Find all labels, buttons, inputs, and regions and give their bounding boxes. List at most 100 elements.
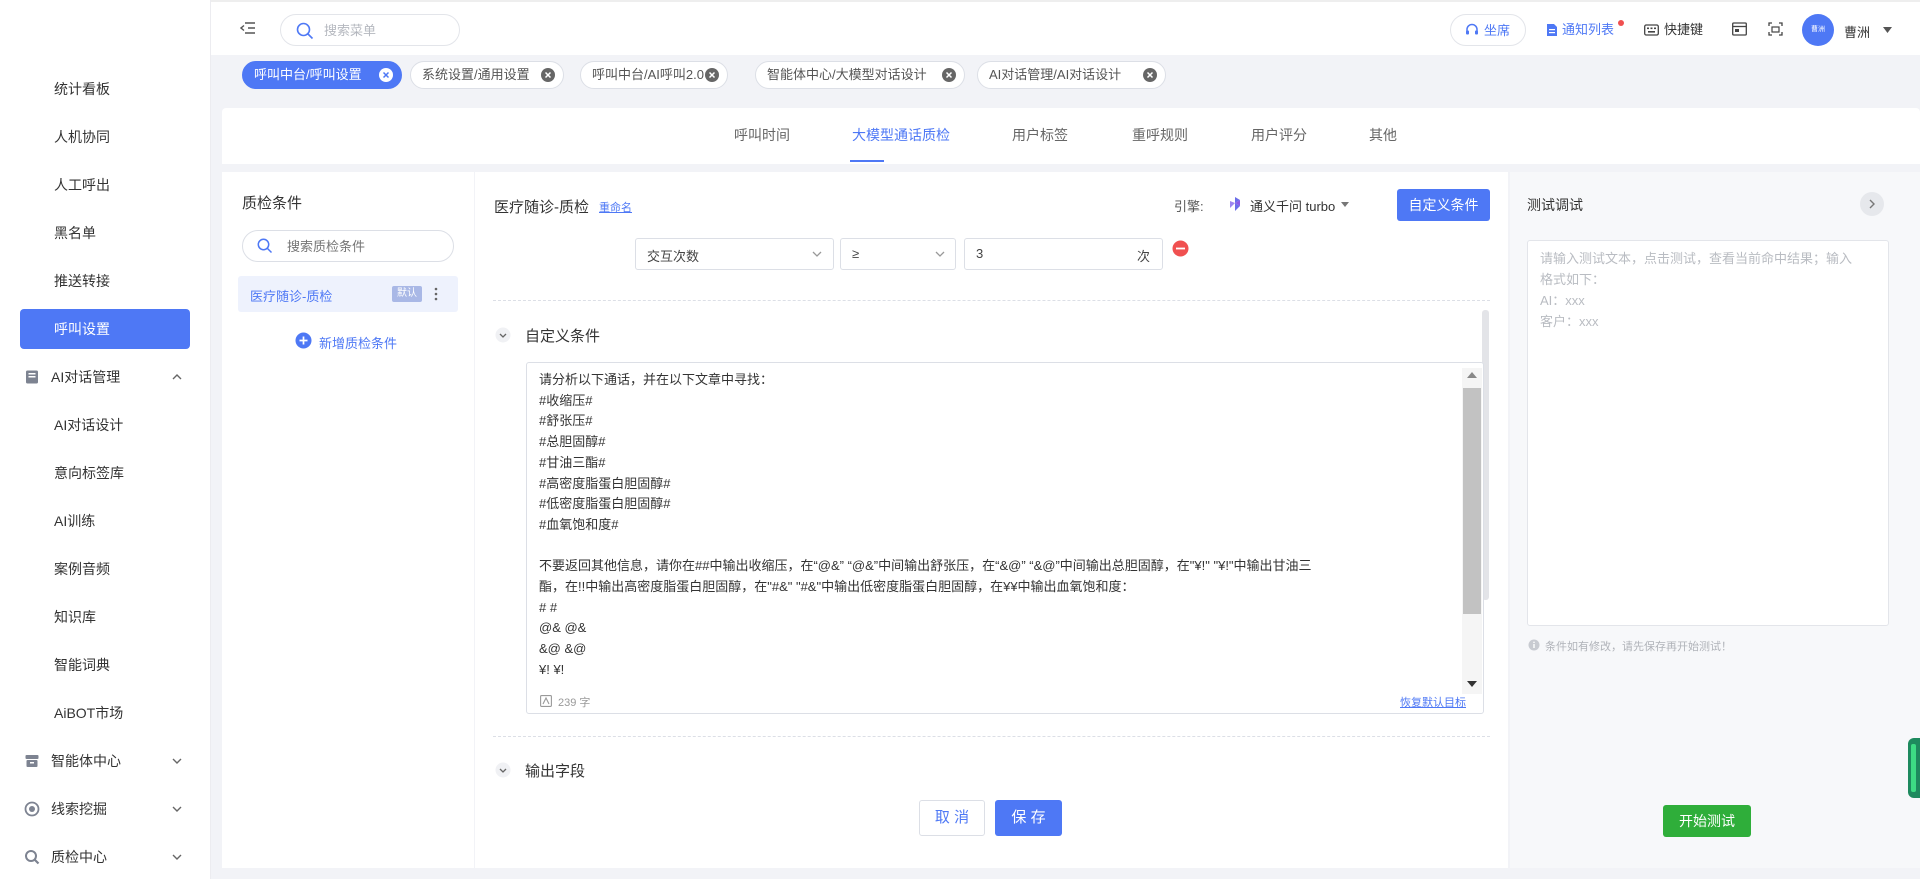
prompt-line: #低密度脂蛋白胆固醇# (539, 496, 671, 512)
chevron-down-icon (812, 251, 822, 258)
more-vertical-icon[interactable] (434, 286, 438, 302)
textarea-scrollbar[interactable] (1462, 368, 1482, 694)
screenshot-icon[interactable] (1768, 22, 1783, 36)
panel-title: 质检条件 (242, 195, 303, 212)
sidebar-item-knowledge-base[interactable]: 知识库 (20, 597, 190, 637)
menu-search-box[interactable] (280, 14, 460, 46)
start-test-button[interactable]: 开始测试 (1663, 805, 1751, 837)
sidebar-group-agent-center[interactable]: 智能体中心 (20, 741, 190, 781)
sidebar-group-ai-dialog[interactable]: AI对话管理 (20, 357, 190, 397)
prompt-line: #收缩压# (539, 392, 593, 408)
notify-dot (1618, 20, 1624, 26)
text-count-icon (540, 695, 552, 707)
sidebar-item-manual-call[interactable]: 人工呼出 (20, 165, 190, 205)
test-text-input[interactable]: 请输入测试文本，点击测试，查看当前命中结果；输入 格式如下： AI：xxx 客户：xx… (1527, 240, 1889, 626)
collapse-icon[interactable] (495, 762, 511, 778)
close-icon[interactable] (942, 68, 956, 82)
keyboard-icon (1644, 23, 1659, 37)
tab-call-settings[interactable]: 呼叫中台/呼叫设置 (242, 61, 402, 89)
condition-value-input[interactable]: 3 次 (964, 238, 1163, 270)
seat-button[interactable]: 坐席 (1450, 14, 1526, 46)
notify-list-button[interactable]: 通知列表 (1543, 14, 1624, 46)
sidebar: 统计看板 人机协同 人工呼出 黑名单 推送转接 呼叫设置 AI对话管理 AI对话… (0, 0, 211, 879)
headset-icon (1465, 23, 1479, 37)
test-input-placeholder: 请输入测试文本，点击测试，查看当前命中结果；输入 格式如下： AI：xxx 客户：xx… (1540, 248, 1880, 332)
scroll-down-arrow-icon[interactable] (1467, 681, 1477, 687)
remove-condition-icon[interactable] (1172, 240, 1189, 257)
divider (493, 736, 1490, 737)
cancel-button[interactable]: 取 消 (919, 800, 985, 836)
sidebar-item-case-audio[interactable]: 案例音频 (20, 549, 190, 589)
condition-field-select[interactable]: 交互次数 (635, 238, 834, 270)
sidebar-group-qc-center[interactable]: 质检中心 (20, 837, 190, 877)
close-icon[interactable] (379, 68, 393, 82)
floating-side-widget[interactable] (1908, 738, 1920, 798)
close-icon[interactable] (541, 68, 555, 82)
qc-search-input[interactable] (287, 237, 437, 255)
close-icon[interactable] (1143, 68, 1157, 82)
expand-panel-button[interactable] (1860, 192, 1884, 216)
tab-llm-dialog-design[interactable]: 智能体中心/大模型对话设计 (755, 61, 965, 89)
engine-select[interactable]: 通义千问 turbo (1227, 190, 1377, 218)
shortcut-button[interactable]: 快捷键 (1644, 14, 1710, 46)
tab-general-settings[interactable]: 系统设置/通用设置 (410, 61, 564, 89)
document-icon (1545, 23, 1559, 37)
rename-link[interactable]: 重命名 (599, 199, 632, 215)
user-name[interactable]: 曹洲 (1844, 22, 1870, 41)
magnifier-icon (24, 849, 40, 865)
sidebar-item-ai-training[interactable]: AI训练 (20, 501, 190, 541)
menu-fold-icon[interactable] (240, 20, 256, 36)
tab-user-score[interactable]: 用户评分 (1251, 125, 1307, 145)
prompt-line: #高密度脂蛋白胆固醇# (539, 475, 671, 491)
prompt-line: &@ &@ (539, 641, 587, 657)
sidebar-item-ai-design[interactable]: AI对话设计 (20, 405, 190, 445)
menu-search-input[interactable] (324, 21, 444, 39)
sidebar-group-lead-mining[interactable]: 线索挖掘 (20, 789, 190, 829)
scrollbar-thumb[interactable] (1463, 388, 1481, 614)
char-count: 239 字 (558, 697, 591, 709)
caret-down-icon[interactable] (1883, 27, 1892, 33)
tab-other[interactable]: 其他 (1369, 125, 1397, 145)
engine-label: 引擎: (1174, 199, 1204, 214)
plus-circle-icon (295, 332, 312, 349)
default-badge: 默认 (392, 286, 422, 302)
prompt-line: #血氧饱和度# (539, 516, 619, 532)
condition-title: 医疗随诊-质检 (494, 199, 589, 216)
sidebar-item-blacklist[interactable]: 黑名单 (20, 213, 190, 253)
info-icon (1528, 639, 1540, 651)
chevron-down-icon (172, 757, 182, 765)
sidebar-item-aibot-market[interactable]: AiBOT市场 (20, 693, 190, 733)
tab-ai-dialog-design[interactable]: AI对话管理/AI对话设计 (977, 61, 1166, 89)
book-icon (24, 369, 40, 385)
tab-ai-call[interactable]: 呼叫中台/AI呼叫2.0 (580, 61, 728, 89)
collapse-icon[interactable] (495, 327, 511, 343)
search-icon (296, 22, 314, 40)
scroll-up-arrow-icon[interactable] (1467, 372, 1477, 378)
qc-search-box[interactable] (242, 230, 454, 262)
tab-redial-rules[interactable]: 重呼规则 (1132, 125, 1188, 145)
sidebar-item-transfer[interactable]: 推送转接 (20, 261, 190, 301)
tab-user-tags[interactable]: 用户标签 (1012, 125, 1068, 145)
save-button[interactable]: 保 存 (995, 800, 1062, 836)
placeholder-line: 请输入测试文本，点击测试，查看当前命中结果；输入 (1540, 251, 1853, 266)
qc-condition-item[interactable]: 医疗随诊-质检 默认 (238, 276, 458, 312)
prompt-textarea[interactable]: 请分析以下通话，并在以下文章中寻找： #收缩压# #舒张压# #总胆固醇# #甘油三酯#… (526, 362, 1484, 714)
condition-operator-select[interactable]: ≥ (840, 238, 956, 270)
prompt-line: #甘油三酯# (539, 454, 606, 470)
prompt-text: 请分析以下通话，并在以下文章中寻找： #收缩压# #舒张压# #总胆固醇# #甘油三酯#… (539, 370, 1449, 681)
tab-call-time[interactable]: 呼叫时间 (734, 125, 790, 145)
sidebar-item-call-settings[interactable]: 呼叫设置 (20, 309, 190, 349)
sidebar-item-human-machine[interactable]: 人机协同 (20, 117, 190, 157)
sidebar-item-smart-dictionary[interactable]: 智能词典 (20, 645, 190, 685)
prompt-line: 请分析以下通话，并在以下文章中寻找： (539, 372, 774, 387)
custom-condition-button[interactable]: 自定义条件 (1397, 189, 1490, 221)
tab-llm-quality-check[interactable]: 大模型通话质检 (852, 125, 950, 145)
sidebar-item-dashboard[interactable]: 统计看板 (20, 69, 190, 109)
window-icon[interactable] (1732, 22, 1747, 36)
output-fields-section-title: 输出字段 (525, 763, 586, 780)
sidebar-item-intent-tags[interactable]: 意向标签库 (20, 453, 190, 493)
restore-default-link[interactable]: 恢复默认目标 (1400, 694, 1466, 710)
chevron-down-icon (935, 251, 945, 258)
close-icon[interactable] (705, 68, 719, 82)
avatar[interactable]: 曹洲 (1802, 14, 1834, 46)
